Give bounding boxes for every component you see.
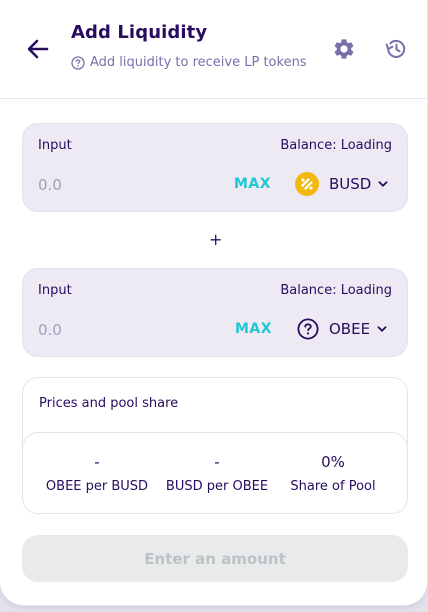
enter-amount-button[interactable]: Enter an amount <box>22 535 408 582</box>
pool-stats: - OBEE per BUSD - BUSD per OBEE 0% Share… <box>22 432 408 514</box>
chevron-down-icon <box>378 181 388 187</box>
question-circle-icon[interactable] <box>71 55 85 70</box>
unknown-token-question-icon <box>297 318 319 340</box>
busd-logo-icon <box>295 172 319 196</box>
input-label: Input <box>38 283 72 298</box>
input-label: Input <box>38 138 72 153</box>
max-button[interactable]: MAX <box>235 321 272 337</box>
token-select-obee[interactable]: OBEE <box>297 315 388 343</box>
arrow-left-icon <box>27 39 49 59</box>
add-liquidity-card: Add Liquidity Add liquidity to receive L… <box>0 0 428 606</box>
gear-icon <box>334 39 354 59</box>
balance-text: Balance: Loading <box>280 283 392 298</box>
stat-caption: BUSD per OBEE <box>165 479 269 494</box>
currency-input-panel-a: Input Balance: Loading 0.0 MAX BUSD <box>22 123 408 212</box>
settings-button[interactable] <box>332 37 356 61</box>
stat-share-of-pool: 0% Share of Pool <box>269 433 397 494</box>
prices-title: Prices and pool share <box>39 396 179 411</box>
token-symbol: BUSD <box>329 175 372 193</box>
stat-value: - <box>94 453 100 471</box>
chevron-down-icon <box>377 326 387 332</box>
stat-caption: OBEE per BUSD <box>45 479 149 494</box>
balance-text: Balance: Loading <box>280 138 392 153</box>
stat-busd-per-obee: - BUSD per OBEE <box>153 433 281 494</box>
plus-sign: + <box>209 230 223 249</box>
currency-input-panel-b: Input Balance: Loading 0.0 MAX OBEE <box>22 268 408 357</box>
stat-value: 0% <box>321 453 345 471</box>
token-select-busd[interactable]: BUSD <box>295 170 389 198</box>
history-icon <box>385 39 406 58</box>
page-title: Add Liquidity <box>71 22 208 43</box>
prices-pool-share-section: Prices and pool share - OBEE per BUSD - … <box>22 377 408 514</box>
max-button[interactable]: MAX <box>234 176 271 192</box>
stat-caption: Share of Pool <box>290 479 376 494</box>
history-button[interactable] <box>384 37 408 61</box>
stat-obee-per-busd: - OBEE per BUSD <box>33 433 161 494</box>
amount-input[interactable]: 0.0 <box>38 176 62 194</box>
subtitle-text: Add liquidity to receive LP tokens <box>90 55 307 70</box>
page-subtitle: Add liquidity to receive LP tokens <box>71 55 307 70</box>
card-header: Add Liquidity Add liquidity to receive L… <box>0 0 428 99</box>
back-button[interactable] <box>24 35 52 63</box>
stat-value: - <box>214 453 220 471</box>
amount-input[interactable]: 0.0 <box>38 321 62 339</box>
token-symbol: OBEE <box>329 320 371 338</box>
